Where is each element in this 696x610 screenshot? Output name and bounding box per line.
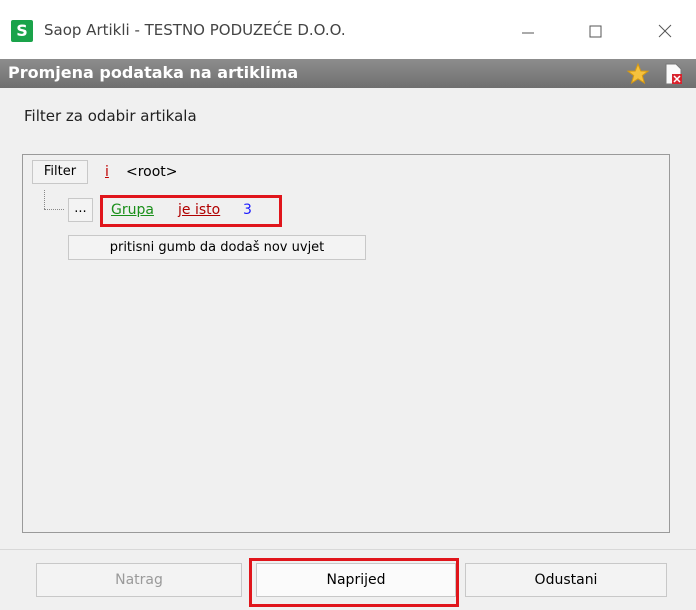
title-bar: S Saop Artikli - TESTNO PODUZEĆE D.O.O. bbox=[0, 0, 696, 59]
maximize-icon bbox=[589, 25, 602, 38]
star-icon[interactable] bbox=[626, 62, 650, 86]
minimize-icon bbox=[522, 32, 534, 34]
back-button[interactable]: Natrag bbox=[36, 563, 242, 597]
condition-options-button[interactable]: ... bbox=[68, 198, 93, 222]
root-operator-link[interactable]: i bbox=[105, 164, 109, 180]
maximize-button[interactable] bbox=[575, 14, 615, 48]
footer-divider bbox=[0, 549, 696, 550]
cancel-button[interactable]: Odustani bbox=[465, 563, 667, 597]
condition-highlight-box bbox=[100, 195, 282, 227]
page-title: Promjena podataka na artiklima bbox=[8, 63, 299, 82]
next-button-highlight-box bbox=[249, 558, 459, 607]
filter-section-label: Filter za odabir artikala bbox=[24, 107, 197, 125]
window-title: Saop Artikli - TESTNO PODUZEĆE D.O.O. bbox=[44, 21, 346, 39]
close-icon bbox=[658, 24, 672, 38]
app-logo-icon: S bbox=[11, 20, 33, 42]
tree-connector-line bbox=[44, 190, 45, 209]
minimize-button[interactable] bbox=[508, 14, 548, 48]
close-button[interactable] bbox=[644, 14, 684, 48]
root-node-label: <root> bbox=[126, 164, 178, 180]
filter-button[interactable]: Filter bbox=[32, 160, 88, 184]
document-close-icon[interactable] bbox=[663, 62, 685, 86]
page-header: Promjena podataka na artiklima bbox=[0, 59, 696, 88]
tree-connector-branch bbox=[44, 209, 64, 210]
add-condition-button[interactable]: pritisni gumb da dodaš nov uvjet bbox=[68, 235, 366, 260]
